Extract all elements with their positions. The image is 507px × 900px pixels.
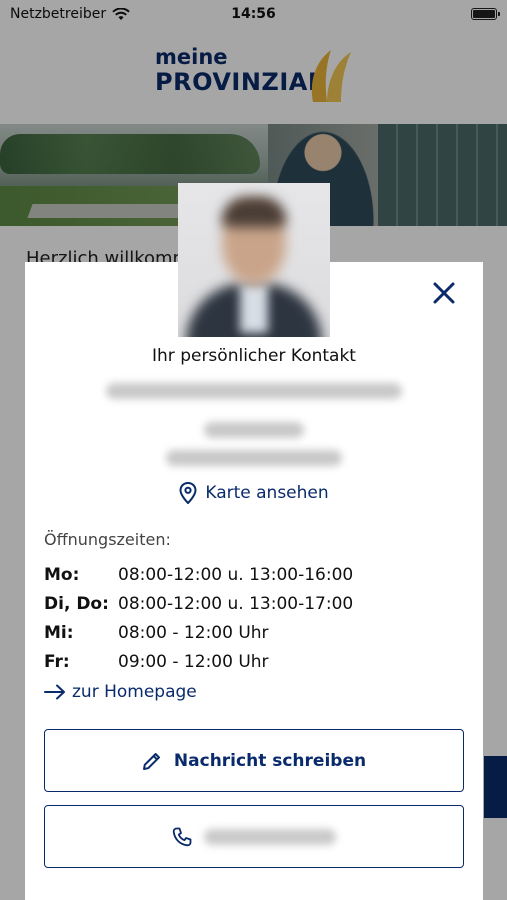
homepage-link[interactable]: zur Homepage xyxy=(44,682,197,702)
hours-row: Fr: 09:00 - 12:00 Uhr xyxy=(44,647,353,676)
hours-day: Mi: xyxy=(44,622,74,643)
arrow-right-icon xyxy=(44,684,65,700)
redacted-street xyxy=(204,422,304,438)
hours-time: 08:00 - 12:00 Uhr xyxy=(118,622,269,643)
contact-photo xyxy=(178,183,330,337)
opening-hours-table: Mo: 08:00-12:00 u. 13:00-16:00 Di, Do: 0… xyxy=(44,560,353,676)
pencil-icon xyxy=(142,752,160,770)
hours-row: Mo: 08:00-12:00 u. 13:00-16:00 xyxy=(44,560,353,589)
contact-modal: Ihr persönlicher Kontakt Karte ansehen Ö… xyxy=(25,262,483,900)
map-link-label: Karte ansehen xyxy=(205,483,329,503)
write-message-button[interactable]: Nachricht schreiben xyxy=(44,729,464,792)
map-pin-icon xyxy=(179,482,197,504)
hours-time: 08:00-12:00 u. 13:00-17:00 xyxy=(118,593,354,614)
hours-day: Mo: xyxy=(44,564,80,585)
hours-day: Di, Do: xyxy=(44,593,109,614)
close-button[interactable] xyxy=(427,276,461,310)
contact-title: Ihr persönlicher Kontakt xyxy=(152,346,356,366)
phone-icon xyxy=(172,827,192,846)
redacted-phone-number xyxy=(204,828,336,845)
hours-time: 09:00 - 12:00 Uhr xyxy=(118,651,269,672)
redacted-city xyxy=(166,450,342,466)
hours-day: Fr: xyxy=(44,651,70,672)
close-icon xyxy=(433,282,455,304)
hours-heading: Öffnungszeiten: xyxy=(44,530,171,549)
hours-time: 08:00-12:00 u. 13:00-16:00 xyxy=(118,564,354,585)
write-message-label: Nachricht schreiben xyxy=(173,750,367,771)
hours-row: Mi: 08:00 - 12:00 Uhr xyxy=(44,618,353,647)
homepage-link-label: zur Homepage xyxy=(72,682,197,702)
hours-row: Di, Do: 08:00-12:00 u. 13:00-17:00 xyxy=(44,589,353,618)
map-link[interactable]: Karte ansehen xyxy=(25,482,483,504)
call-button[interactable] xyxy=(44,805,464,868)
redacted-agency-name xyxy=(106,383,402,399)
